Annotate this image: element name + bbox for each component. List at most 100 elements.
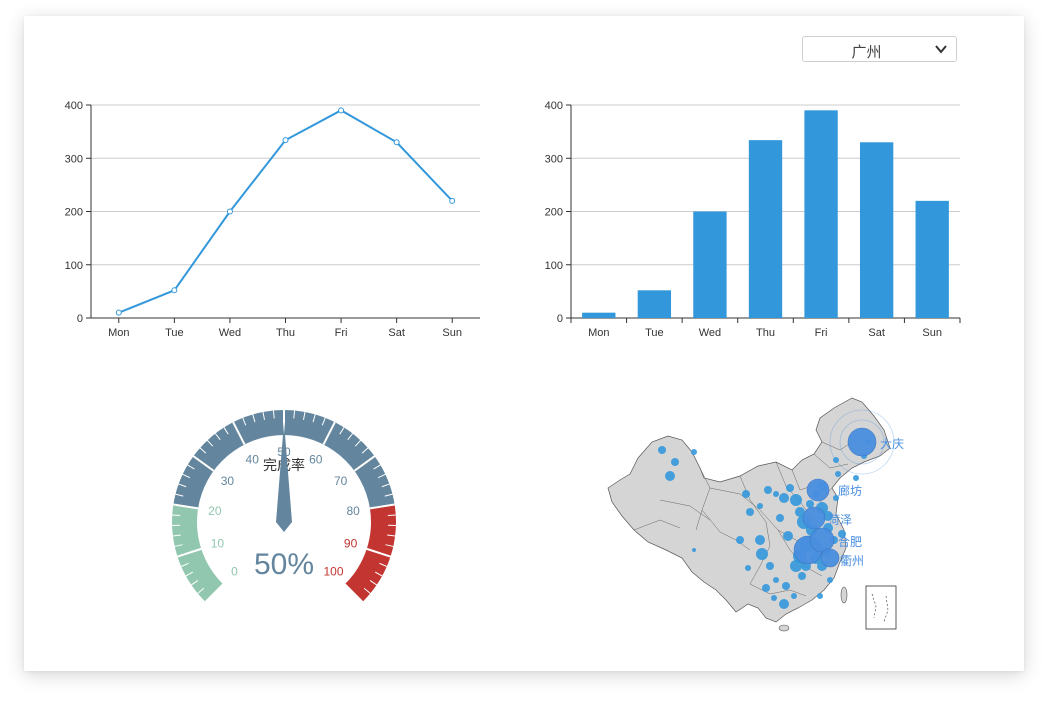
map-label-daqing: 大庆 <box>880 437 904 451</box>
line-point <box>393 139 400 146</box>
x-tick-label: Thu <box>756 327 775 339</box>
map-point <box>756 548 768 560</box>
line-point <box>226 208 233 215</box>
x-tick-label: Fri <box>335 327 348 339</box>
city-select-value: 广州 <box>851 43 882 61</box>
map-point <box>835 471 841 477</box>
map-highlight-point <box>802 506 826 530</box>
map-point <box>762 584 770 592</box>
map-point <box>757 503 763 509</box>
bar <box>915 200 949 318</box>
y-tick-label: 0 <box>77 313 83 325</box>
map-point <box>692 548 696 552</box>
map-point <box>791 593 797 599</box>
gauge-tick-label: 40 <box>246 453 260 467</box>
y-tick-label: 200 <box>545 207 563 219</box>
y-tick-label: 200 <box>65 207 83 219</box>
south-china-sea-inset <box>865 585 897 630</box>
map-point <box>746 508 754 516</box>
map-point <box>817 593 823 599</box>
map-point <box>665 471 675 481</box>
bar <box>693 211 727 318</box>
gauge-band <box>172 504 223 602</box>
x-tick-label: Sat <box>388 327 405 339</box>
bar <box>859 142 894 318</box>
bar <box>804 110 838 318</box>
bar-chart: 0 100 200 300 400 Mon Tue Wed Thu Fri Sat Sun <box>545 100 961 339</box>
gauge-tick-label: 100 <box>323 564 343 578</box>
y-tick-label: 0 <box>557 313 563 325</box>
gauge-tick-label: 10 <box>211 537 225 551</box>
gauge-tick-label: 20 <box>208 504 222 518</box>
map-point <box>779 493 789 503</box>
map-point <box>766 562 774 570</box>
chevron-down-icon <box>935 45 947 54</box>
gauge-tick-label: 0 <box>231 564 238 578</box>
taiwan-island <box>840 586 848 604</box>
map-point <box>782 582 790 590</box>
map-point <box>783 531 793 541</box>
map-point <box>853 475 859 481</box>
gauge-tick <box>172 514 181 516</box>
line-point <box>338 107 345 114</box>
map-highlight-point <box>820 548 840 568</box>
gauge-tick-label: 90 <box>344 537 358 551</box>
gauge-pointer <box>276 422 292 532</box>
map-point <box>736 536 744 544</box>
city-select[interactable]: 广州 <box>802 36 957 62</box>
map-point <box>776 514 784 522</box>
x-tick-label: Thu <box>276 327 295 339</box>
x-tick-label: Sun <box>442 327 462 339</box>
map-label-langfang: 廊坊 <box>838 483 862 498</box>
map-point <box>771 595 777 601</box>
map-label-quzhou: 衢州 <box>840 554 864 568</box>
x-tick-label: Mon <box>588 327 609 339</box>
map-point <box>827 577 833 583</box>
line-point <box>115 309 122 316</box>
map-point <box>658 446 666 454</box>
map-highlight-point <box>809 527 835 553</box>
gauge-tick-label: 60 <box>309 453 323 467</box>
map-point <box>790 494 802 506</box>
map-point <box>755 535 765 545</box>
y-tick-label: 400 <box>545 100 563 112</box>
map-label-hefei: 合肥 <box>838 534 862 549</box>
map-point <box>671 458 679 466</box>
map-point <box>745 565 751 571</box>
map-point <box>773 491 779 497</box>
gauge-tick <box>387 514 396 516</box>
gauge-value: 50% <box>254 548 314 581</box>
gauge-tick-label: 70 <box>334 474 348 488</box>
x-tick-label: Mon <box>108 327 129 339</box>
x-tick-label: Tue <box>645 327 664 339</box>
y-tick-label: 300 <box>65 153 83 165</box>
hainan-island <box>778 624 790 632</box>
gauge-chart: 0102030405060708090100完成率50% <box>172 409 396 602</box>
bar <box>748 140 783 318</box>
map-highlight-point <box>806 478 830 502</box>
china-map: 大庆 廊坊 菏泽 合肥 衢州 <box>607 397 904 632</box>
bar <box>637 290 672 318</box>
x-tick-label: Fri <box>815 327 828 339</box>
map-point <box>764 486 772 494</box>
line-point <box>171 287 178 294</box>
map-point <box>773 577 779 583</box>
map-point <box>691 449 697 455</box>
x-tick-label: Wed <box>699 327 721 339</box>
y-tick-label: 100 <box>65 260 83 272</box>
map-point <box>798 572 806 580</box>
y-tick-label: 400 <box>65 100 83 112</box>
y-tick-label: 100 <box>545 260 563 272</box>
line-point <box>282 137 289 144</box>
y-tick-label: 300 <box>545 153 563 165</box>
gauge-tick-label: 30 <box>221 474 235 488</box>
x-tick-label: Tue <box>165 327 184 339</box>
bar <box>582 312 616 318</box>
map-label-heze: 菏泽 <box>828 513 852 527</box>
gauge-band <box>345 504 396 602</box>
map-point <box>779 599 789 609</box>
x-tick-label: Sun <box>922 327 942 339</box>
x-tick-label: Wed <box>219 327 241 339</box>
map-point <box>742 490 750 498</box>
line-chart: 0 100 200 300 400 Mon Tue Wed Thu Fri Sat Sun <box>65 100 480 339</box>
